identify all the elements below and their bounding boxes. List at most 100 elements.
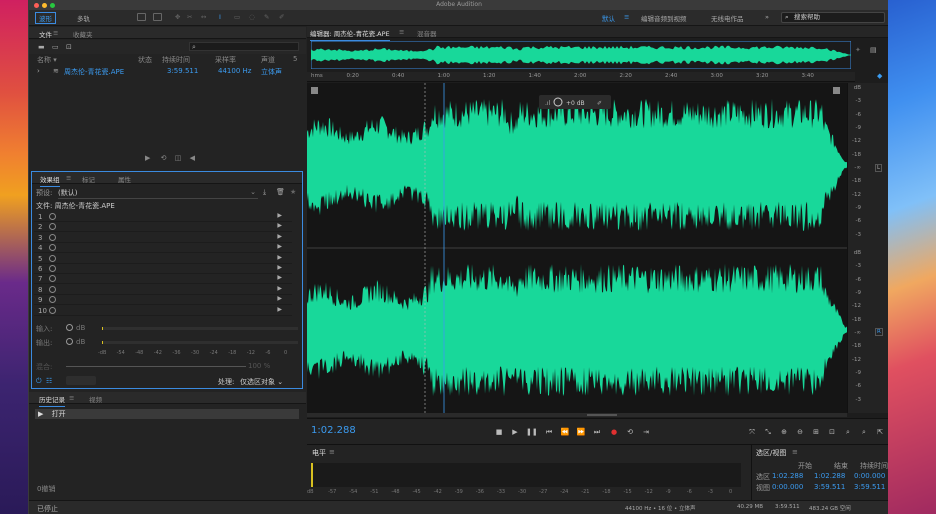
delete-preset-icon[interactable]: 🗑 [276,188,285,196]
slot-arrow-icon[interactable]: ▶ [277,264,282,271]
effects-panel-menu-icon[interactable]: ≡ [66,174,71,182]
effect-slot[interactable]: 4 ▶ [34,243,292,254]
levels-menu-icon[interactable]: ≡ [329,448,335,456]
panel-options-icon[interactable]: ▤ [870,46,877,54]
multitrack-mode-button[interactable]: 多轨 [77,13,90,23]
preset-dropdown[interactable]: (默认) ⌄ [58,188,258,199]
col-samplerate[interactable]: 采样率 [215,55,236,65]
zoom-lock-icon[interactable]: ✦ [855,46,861,54]
record-icon[interactable]: ● [609,428,619,436]
autoplay-icon[interactable]: ◫ [175,154,182,162]
loop-icon[interactable]: ⟲ [625,428,635,436]
go-to-end-icon[interactable]: ⏭ [592,428,602,436]
slot-arrow-icon[interactable]: ▶ [277,295,282,302]
col-extra[interactable]: 5 [293,55,297,63]
effect-slot[interactable]: 3 ▶ [34,233,292,243]
tab-video[interactable]: 视频 [89,394,102,404]
tab-favorites[interactable]: 收藏夹 [73,29,93,39]
overview-waveform[interactable] [311,41,851,69]
tab-files[interactable]: 文件 [39,29,52,42]
minimize-window-icon[interactable] [42,3,47,8]
process-dropdown[interactable]: 仅选区对象 ⌄ [240,377,283,387]
zoom-in-time-icon[interactable]: ⊕ [779,428,789,436]
snap-icon[interactable]: ◆ [877,72,882,80]
zoom-full-icon[interactable]: ⊞ [811,428,821,436]
tab-properties[interactable]: 属性 [118,174,131,184]
fade-out-handle-icon[interactable] [833,87,840,94]
import-file-icon[interactable]: ▭ [52,43,59,51]
rewind-icon[interactable]: ⏪ [560,428,570,436]
pitch-view-icon[interactable] [153,13,162,21]
zoom-out-amplitude-icon[interactable]: ⤡ [763,428,773,436]
open-file-icon[interactable]: ▬ [38,43,45,51]
slot-power-icon[interactable] [49,275,56,283]
more-workspaces-button[interactable]: » [765,13,769,21]
zoom-fit-icon[interactable]: ⇱ [875,428,885,436]
slot-arrow-icon[interactable]: ▶ [277,222,282,229]
marquee-tool-icon[interactable]: ▭ [234,13,240,21]
loop-preview-icon[interactable]: ⟲ [161,154,167,162]
input-gain-knob[interactable] [66,324,73,331]
razor-tool-icon[interactable]: ✂ [187,13,192,21]
view-start[interactable]: 0:00.000 [772,483,803,491]
slot-power-icon[interactable] [49,223,56,231]
volume-icon[interactable]: ◀ [190,154,195,162]
close-window-icon[interactable] [34,3,39,8]
history-panel-menu-icon[interactable]: ≡ [69,394,74,402]
spot-heal-tool-icon[interactable]: ✐ [279,13,284,21]
save-preset-icon[interactable]: ⤓ [263,188,266,197]
files-panel-menu-icon[interactable]: ≡ [53,29,58,37]
lasso-tool-icon[interactable]: ◌ [249,13,255,21]
time-ruler[interactable]: hms 0:20 0:40 1:00 1:20 1:40 2:00 2:20 2:40 3:00 3… [307,72,855,82]
slot-power-icon[interactable] [49,265,56,272]
view-end[interactable]: 3:59.511 [814,483,845,491]
expand-arrow-icon[interactable]: › [37,67,40,75]
workspace-menu-icon[interactable]: ≡ [624,13,629,21]
slot-power-icon[interactable] [49,213,56,220]
slot-arrow-icon[interactable]: ▶ [277,233,282,240]
zoom-out-time-icon[interactable]: ⊖ [795,428,805,436]
tab-mixer[interactable]: 混音器 [417,28,437,38]
workspace-wireless[interactable]: 无线电作品 [711,13,744,23]
power-icon[interactable]: ⏻ [36,377,42,385]
play-icon[interactable]: ▶ [510,428,520,436]
slot-arrow-icon[interactable]: ▶ [277,212,282,219]
brush-tool-icon[interactable]: ✎ [264,13,269,21]
insert-multitrack-icon[interactable]: ⊡ [66,43,72,51]
col-status[interactable]: 状态 [138,55,152,65]
search-help-input[interactable]: ⌕ 搜索帮助 [781,12,885,23]
horizontal-scrollbar[interactable] [307,413,847,417]
channel-left-label[interactable]: L [875,164,883,172]
slot-arrow-icon[interactable]: ▶ [277,306,282,313]
effect-slot[interactable]: 7 ▶ [34,274,292,285]
slot-power-icon[interactable] [49,233,56,241]
workspace-default[interactable]: 默认 [602,13,615,23]
skip-selection-icon[interactable]: ⇥ [641,428,651,436]
effect-slot[interactable]: 9 ▶ [34,295,292,306]
slip-tool-icon[interactable]: ↔ [201,13,206,21]
time-selection-tool-icon[interactable]: I [219,13,221,21]
move-tool-icon[interactable]: ✥ [175,13,180,21]
effect-slot[interactable]: 10 ▶ [34,306,292,316]
output-gain-knob[interactable] [66,338,73,345]
effect-slot[interactable]: 6 ▶ [34,264,292,274]
slot-power-icon[interactable] [49,244,56,252]
sel-duration[interactable]: 0:00.000 [854,472,885,480]
workspace-edit-video[interactable]: 编辑音频到视频 [641,13,687,23]
zoom-out-point-icon[interactable]: ⌕ [859,428,869,436]
tab-effects[interactable]: 效果组 [40,174,60,187]
sel-end[interactable]: 1:02.288 [814,472,845,480]
waveform-mode-button[interactable]: 波形 [35,12,56,24]
effect-slot[interactable]: 1 ▶ [34,212,292,222]
zoom-selection-icon[interactable]: ⊡ [827,428,837,436]
pause-icon[interactable]: ❚❚ [526,428,538,436]
fast-forward-icon[interactable]: ⏩ [576,428,586,436]
col-name[interactable]: 名称 ▾ [37,55,57,65]
effect-slot[interactable]: 5 ▶ [34,254,292,264]
zoom-in-amplitude-icon[interactable]: ⤧ [747,428,757,436]
file-row[interactable]: › ≋ 周杰伦-青花瓷.APE 3:59.511 44100 Hz 立体声 [29,67,306,77]
tab-editor[interactable]: 编辑器: 周杰伦-青花瓷.APE [310,28,390,41]
waveform-display[interactable]: .ıl +0 dB ✐ [307,83,847,413]
zoom-window-icon[interactable] [50,3,55,8]
col-channels[interactable]: 声道 [261,55,275,65]
